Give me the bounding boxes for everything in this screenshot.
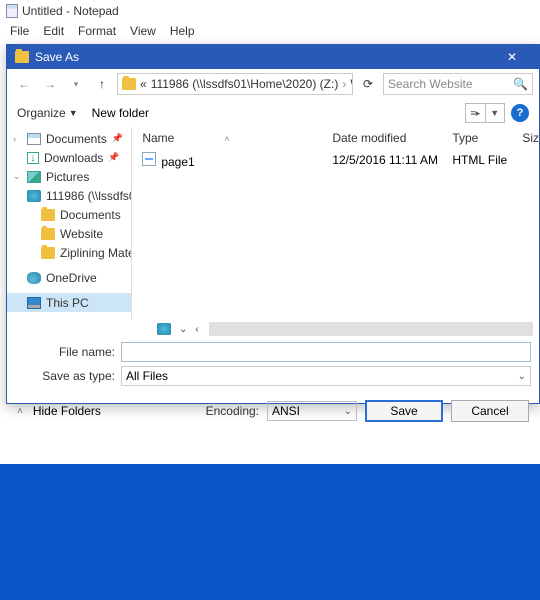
notepad-menubar: File Edit Format View Help: [0, 22, 540, 42]
saveastype-label: Save as type:: [15, 369, 115, 383]
save-button[interactable]: Save: [365, 400, 443, 422]
column-headers: Name˄ Date modified Type Siz: [132, 127, 539, 149]
network-crumb-row: ⌄ ‹: [7, 319, 539, 339]
folder-icon: [122, 78, 136, 90]
navigation-tree[interactable]: Documents 📌 › ↓Downloads📌 Pictures⌄ 111986…: [7, 127, 132, 319]
nav-recent-dropdown[interactable]: ▾: [65, 73, 87, 95]
dialog-titlebar[interactable]: Save As ✕: [7, 45, 539, 69]
sidebar-item-netdrive[interactable]: 111986 (\\lssdfs0: [7, 186, 131, 205]
file-name: page1: [161, 155, 194, 169]
search-placeholder: Search Website: [388, 77, 473, 91]
notepad-titlebar: Untitled - Notepad: [0, 0, 540, 22]
folder-icon: [41, 209, 55, 221]
menu-edit[interactable]: Edit: [37, 22, 70, 42]
chevron-down-icon: ⌄: [13, 171, 21, 182]
sort-asc-icon: ˄: [224, 134, 229, 144]
pictures-icon: [27, 171, 41, 183]
pin-icon: 📌: [108, 152, 119, 163]
sidebar-item-network[interactable]: Network: [7, 318, 131, 319]
network-icon: [157, 323, 171, 335]
encoding-dropdown[interactable]: ANSI ⌄: [267, 401, 357, 421]
sidebar-item-downloads[interactable]: ↓Downloads📌: [7, 148, 131, 167]
folder-icon: [41, 228, 55, 240]
filename-label: File name:: [15, 345, 115, 359]
chevron-down-icon: ⌄: [344, 406, 352, 417]
network-drive-icon: [27, 190, 41, 202]
nav-forward-button[interactable]: →: [39, 73, 61, 95]
filename-row: File name:: [7, 341, 539, 363]
address-row: ← → ▾ ↑ « 111986 (\\lssdfs01\Home\2020) …: [7, 69, 539, 99]
folder-icon: [41, 247, 55, 259]
file-date: 12/5/2016 11:11 AM: [332, 153, 452, 167]
file-list[interactable]: Name˄ Date modified Type Siz page1 12/5/…: [132, 127, 539, 319]
view-list-icon: ≡▸: [466, 104, 486, 122]
hide-folders-button[interactable]: Hide Folders: [33, 404, 101, 418]
onedrive-icon: [27, 272, 41, 284]
chevron-right-icon: ›: [342, 77, 346, 91]
breadcrumb-folder[interactable]: Website: [350, 77, 353, 91]
close-icon[interactable]: ✕: [493, 50, 531, 64]
notepad-window: Untitled - Notepad File Edit Format View…: [0, 0, 540, 464]
bottom-row: ˄ Hide Folders Encoding: ANSI ⌄ Save Can…: [7, 393, 539, 429]
saveastype-dropdown[interactable]: All Files ⌄: [121, 366, 531, 386]
sidebar-item-pictures[interactable]: Pictures⌄: [7, 167, 131, 186]
address-bar[interactable]: « 111986 (\\lssdfs01\Home\2020) (Z:) › W…: [117, 73, 353, 95]
menu-help[interactable]: Help: [164, 22, 201, 42]
main-area: Documents 📌 › ↓Downloads📌 Pictures⌄ 111986…: [7, 127, 539, 319]
sidebar-item-documents[interactable]: Documents📌›: [7, 129, 131, 148]
view-mode-button[interactable]: ≡▸▼: [465, 103, 505, 123]
menu-view[interactable]: View: [124, 22, 162, 42]
pin-icon: 📌: [112, 133, 123, 144]
notepad-title-text: Untitled - Notepad: [22, 4, 119, 18]
breadcrumb-drive[interactable]: 111986 (\\lssdfs01\Home\2020) (Z:): [151, 77, 339, 91]
dialog-toolbar: Organize ▼ New folder ≡▸▼ ?: [7, 99, 539, 127]
pc-icon: [27, 297, 41, 309]
sidebar-item-onedrive[interactable]: OneDrive: [7, 268, 131, 287]
search-input[interactable]: Search Website 🔍: [383, 73, 533, 95]
chevron-down-icon: ▼: [486, 104, 505, 122]
nav-up-button[interactable]: ↑: [91, 73, 113, 95]
organize-menu[interactable]: Organize ▼: [17, 106, 78, 120]
notepad-icon: [6, 4, 18, 18]
sidebar-item-website[interactable]: Website: [7, 224, 131, 243]
search-icon: 🔍: [513, 77, 528, 91]
sidebar-item-documents-sub[interactable]: Documents: [7, 205, 131, 224]
dialog-title: Save As: [35, 50, 79, 64]
nav-back-button[interactable]: ←: [13, 73, 35, 95]
chevron-up-icon: ˄: [17, 406, 23, 417]
new-folder-button[interactable]: New folder: [92, 106, 149, 120]
chevron-down-icon[interactable]: ⌄: [179, 324, 187, 335]
column-name[interactable]: Name˄: [142, 131, 332, 145]
file-type: HTML File: [452, 153, 522, 167]
menu-file[interactable]: File: [4, 22, 35, 42]
saveastype-row: Save as type: All Files ⌄: [7, 365, 539, 387]
sidebar-item-ziplining[interactable]: Ziplining Materi: [7, 243, 131, 262]
chevron-down-icon: ⌄: [518, 371, 526, 382]
refresh-button[interactable]: ⟳: [357, 73, 379, 95]
filename-input[interactable]: [121, 342, 531, 362]
sidebar-item-thispc[interactable]: This PC: [7, 293, 131, 312]
file-row[interactable]: page1 12/5/2016 11:11 AM HTML File: [132, 149, 539, 171]
encoding-value: ANSI: [272, 404, 300, 418]
chevron-right-icon: ›: [13, 134, 16, 144]
encoding-label: Encoding:: [206, 404, 259, 418]
chevron-left-icon[interactable]: ‹: [195, 324, 198, 335]
menu-format[interactable]: Format: [72, 22, 122, 42]
column-size[interactable]: Siz: [522, 131, 539, 145]
cancel-button[interactable]: Cancel: [451, 400, 529, 422]
downloads-icon: ↓: [27, 152, 39, 164]
column-date[interactable]: Date modified: [332, 131, 452, 145]
save-as-dialog: Save As ✕ ← → ▾ ↑ « 111986 (\\lssdfs01\H…: [6, 44, 540, 404]
breadcrumb-prefix: «: [140, 77, 147, 91]
documents-icon: [27, 133, 41, 145]
help-button[interactable]: ?: [511, 104, 529, 122]
scrollbar-track[interactable]: [209, 322, 533, 336]
chevron-down-icon: ▼: [69, 108, 78, 118]
html-file-icon: [142, 152, 156, 166]
folder-icon: [15, 51, 29, 63]
saveastype-value: All Files: [126, 369, 168, 383]
column-type[interactable]: Type: [452, 131, 522, 145]
